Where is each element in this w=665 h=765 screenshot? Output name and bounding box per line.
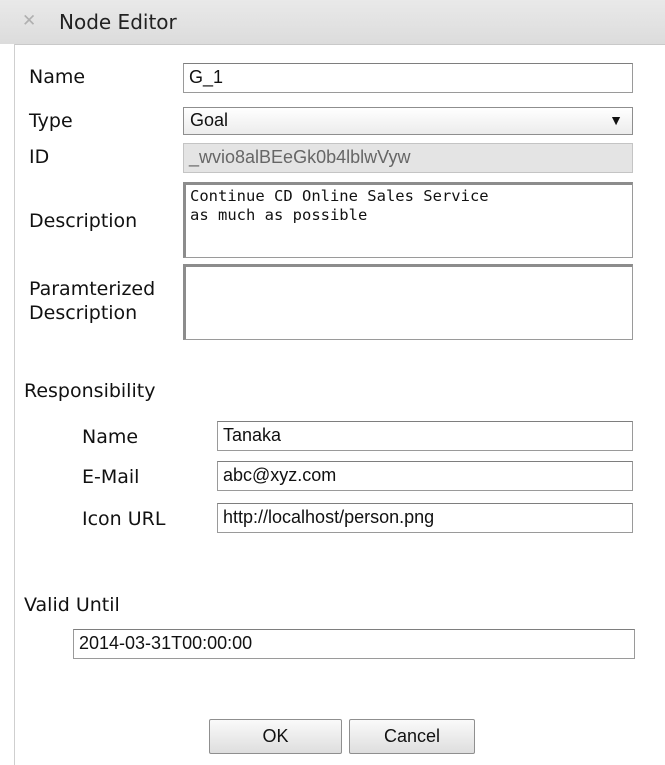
responsibility-email-label: E-Mail [82,466,140,488]
description-textarea[interactable]: Continue CD Online Sales Service as much… [183,182,633,258]
param-description-label-line2: Description [29,302,138,324]
responsibility-name-input[interactable]: Tanaka [217,421,633,451]
param-description-textarea[interactable] [183,264,633,340]
ok-button[interactable]: OK [209,719,342,754]
title-bar[interactable]: ✕ Node Editor [0,0,665,45]
responsibility-email-input[interactable]: abc@xyz.com [217,461,633,491]
responsibility-icon-url-input[interactable]: http://localhost/person.png [217,503,633,533]
window-left-border [0,44,15,765]
valid-until-input[interactable]: 2014-03-31T00:00:00 [73,629,635,659]
id-label: ID [29,146,50,168]
node-editor-window: ✕ Node Editor Name G_1 Type Goal ▼ ID _w… [0,0,665,765]
param-description-label-line1: Paramterized [29,278,156,300]
close-icon[interactable]: ✕ [22,11,36,31]
cancel-button[interactable]: Cancel [349,719,475,754]
type-select-value: Goal [190,110,229,130]
window-title: Node Editor [59,10,177,34]
id-input: _wvio8alBEeGk0b4lblwVyw [183,143,633,173]
description-label: Description [29,210,138,232]
responsibility-icon-url-label: Icon URL [82,508,166,530]
responsibility-section-label: Responsibility [24,380,156,402]
type-select[interactable]: Goal ▼ [183,107,633,135]
valid-until-label: Valid Until [24,594,120,616]
responsibility-name-label: Name [82,426,139,448]
name-input[interactable]: G_1 [183,63,633,93]
chevron-down-icon[interactable]: ▼ [609,112,623,128]
name-label: Name [29,66,86,88]
type-label: Type [29,110,73,132]
